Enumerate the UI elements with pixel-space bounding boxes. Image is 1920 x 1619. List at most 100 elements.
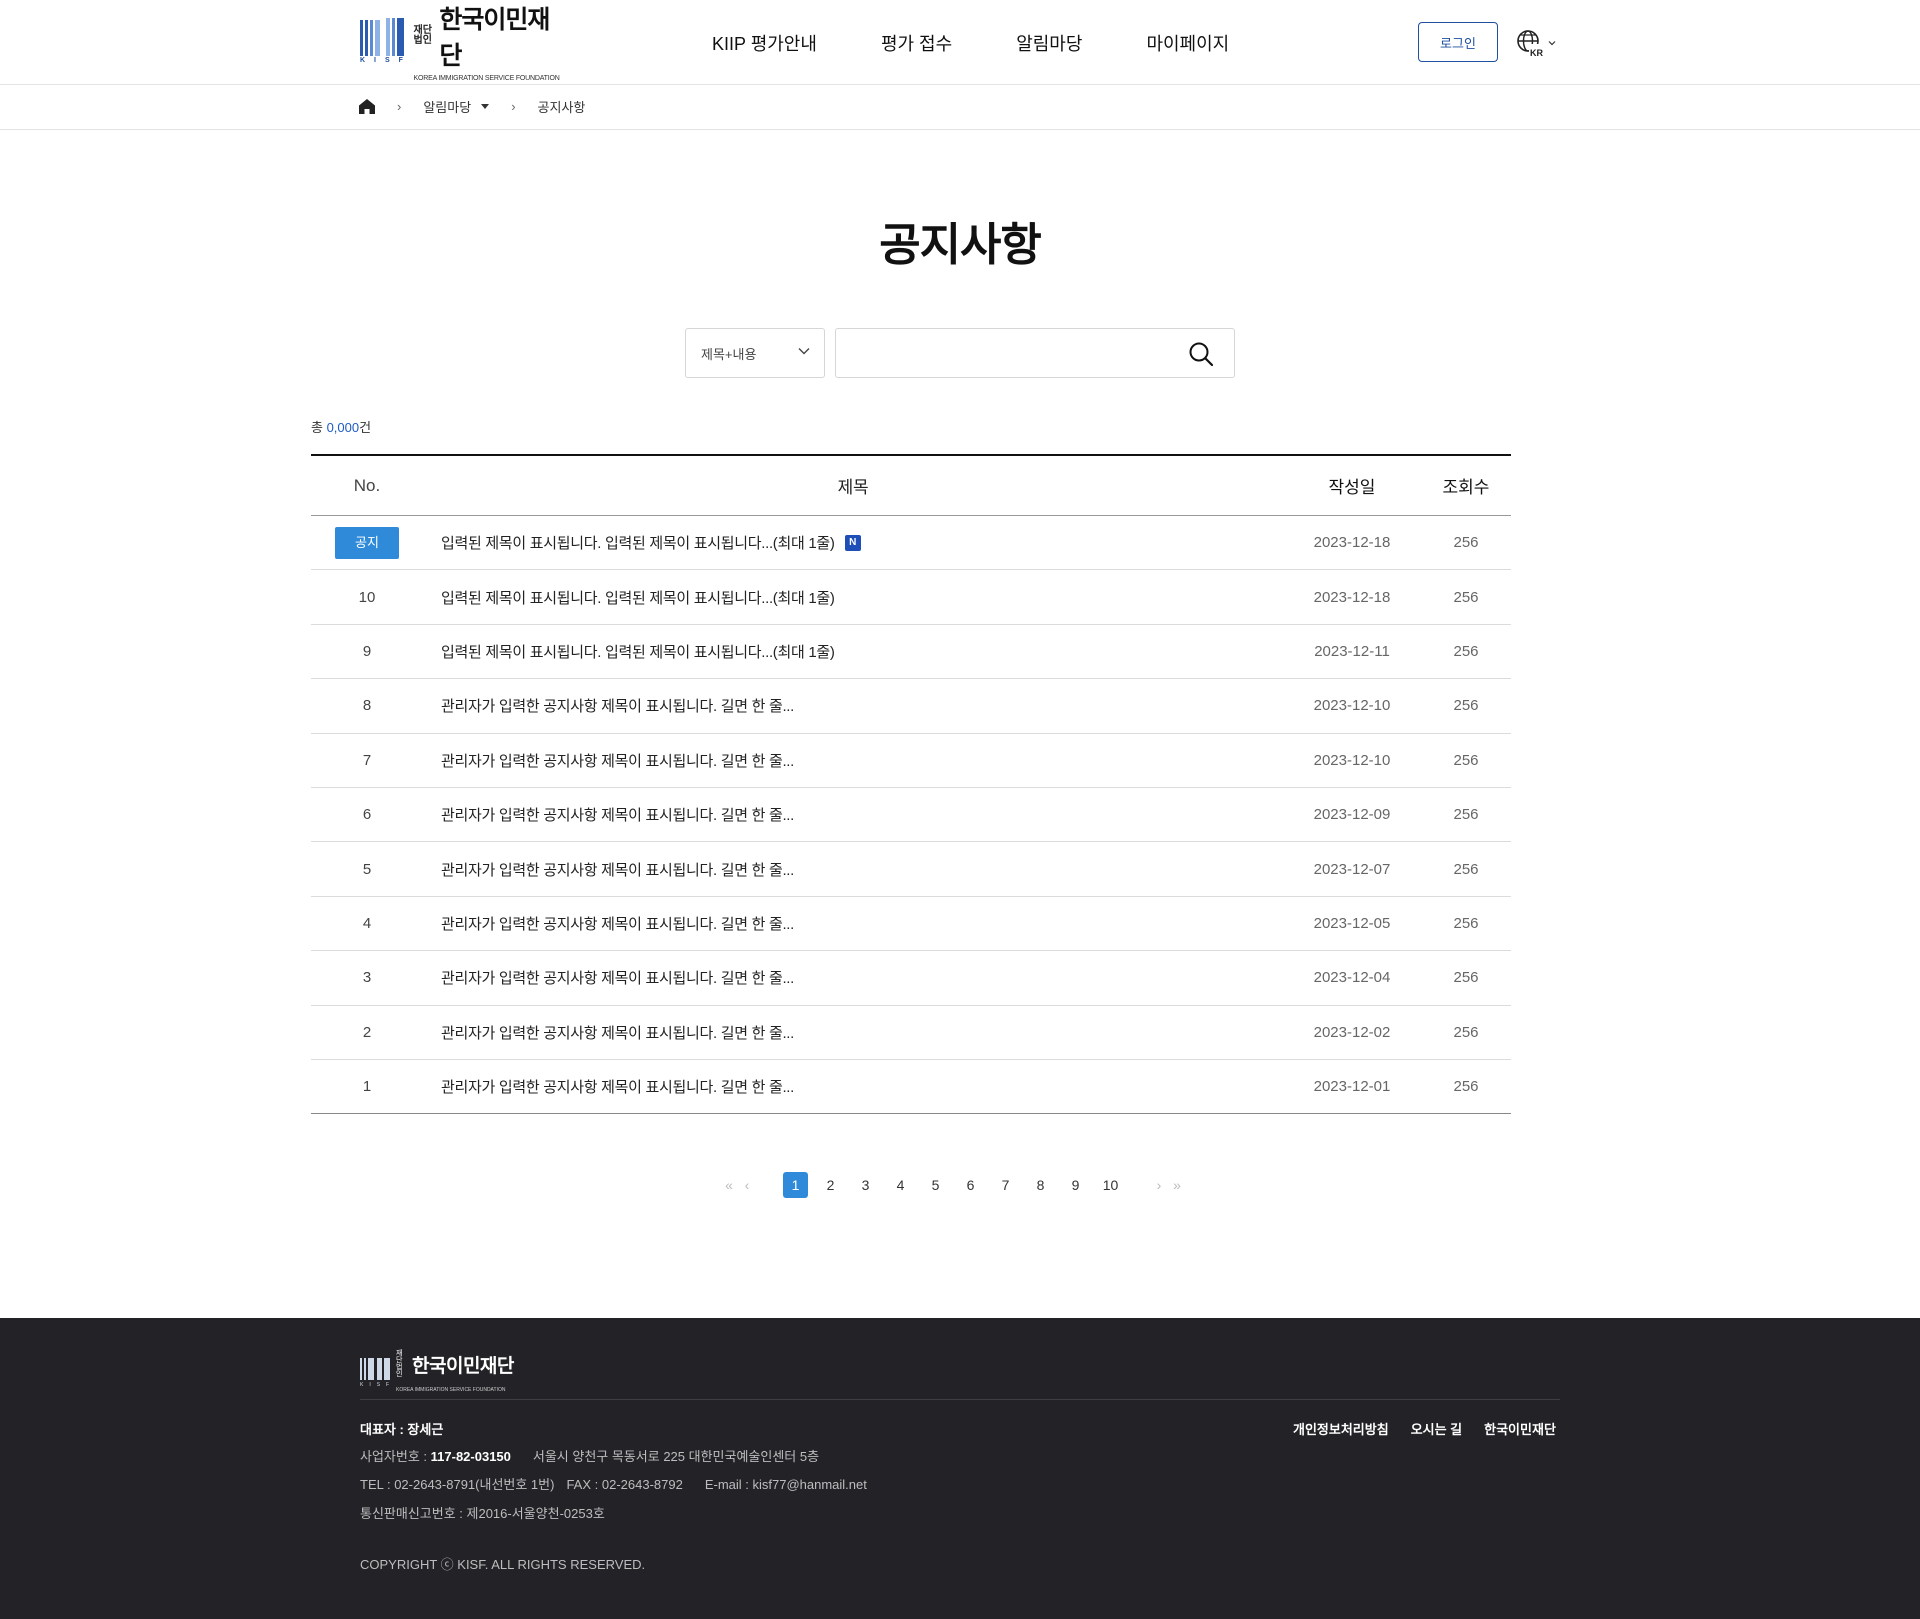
- breadcrumb-current: 공지사항: [537, 100, 586, 115]
- logo-eng-name: KOREA IMMIGRATION SERVICE FOUNDATION: [413, 75, 560, 82]
- table-row[interactable]: 5 관리자가 입력한 공지사항 제목이 표시됩니다. 길면 한 줄... 2023-…: [311, 842, 1511, 897]
- table-row[interactable]: 1 관리자가 입력한 공지사항 제목이 표시됩니다. 길면 한 줄... 2023-…: [311, 1060, 1511, 1115]
- page-3[interactable]: 3: [848, 1177, 883, 1193]
- page-10[interactable]: 10: [1093, 1177, 1128, 1193]
- footer-link-privacy[interactable]: 개인정보처리방침: [1293, 1419, 1389, 1438]
- search-input[interactable]: [848, 339, 1168, 367]
- row-no: 7: [362, 751, 372, 769]
- footer-link-directions[interactable]: 오시는 길: [1411, 1419, 1462, 1438]
- row-title-link[interactable]: 관리자가 입력한 공지사항 제목이 표시됩니다. 길면 한 줄...: [441, 913, 794, 934]
- row-no-cell: 공지: [311, 526, 423, 559]
- footer-ceo: 대표자 : 장세근: [360, 1422, 444, 1437]
- login-button[interactable]: 로그인: [1418, 22, 1498, 62]
- row-title-cell: 입력된 제목이 표시됩니다. 입력된 제목이 표시됩니다...(최대 1줄): [423, 641, 1283, 662]
- row-title-link[interactable]: 관리자가 입력한 공지사항 제목이 표시됩니다. 길면 한 줄...: [441, 695, 794, 716]
- page-2[interactable]: 2: [813, 1177, 848, 1193]
- row-title-link[interactable]: 관리자가 입력한 공지사항 제목이 표시됩니다. 길면 한 줄...: [441, 859, 794, 880]
- row-date: 2023-12-05: [1313, 914, 1391, 932]
- col-no-header: No.: [353, 475, 381, 495]
- row-views: 256: [1453, 588, 1479, 606]
- row-title-link[interactable]: 관리자가 입력한 공지사항 제목이 표시됩니다. 길면 한 줄...: [441, 967, 794, 988]
- row-views: 256: [1453, 914, 1479, 932]
- table-row[interactable]: 3 관리자가 입력한 공지사항 제목이 표시됩니다. 길면 한 줄... 2023-…: [311, 951, 1511, 1006]
- row-title-link[interactable]: 관리자가 입력한 공지사항 제목이 표시됩니다. 길면 한 줄...: [441, 804, 794, 825]
- row-title-link[interactable]: 입력된 제목이 표시됩니다. 입력된 제목이 표시됩니다...(최대 1줄): [441, 532, 835, 553]
- row-title-link[interactable]: 관리자가 입력한 공지사항 제목이 표시됩니다. 길면 한 줄...: [441, 750, 794, 771]
- breadcrumb-section-dropdown[interactable]: 알림마당: [423, 97, 490, 116]
- footer-contact-info: TEL : 02-2643-8791(내선번호 1번) FAX : 02-2643…: [360, 1474, 867, 1493]
- table-row[interactable]: 8 관리자가 입력한 공지사항 제목이 표시됩니다. 길면 한 줄... 2023-…: [311, 679, 1511, 734]
- nav-exam-apply[interactable]: 평가 접수: [881, 30, 952, 56]
- row-views: 256: [1453, 860, 1479, 878]
- caret-down-icon: [481, 104, 490, 109]
- row-date: 2023-12-10: [1313, 697, 1391, 715]
- table-row-notice[interactable]: 공지 입력된 제목이 표시됩니다. 입력된 제목이 표시됩니다...(최대 1줄)…: [311, 516, 1511, 571]
- table-row[interactable]: 7 관리자가 입력한 공지사항 제목이 표시됩니다. 길면 한 줄... 2023-…: [311, 734, 1511, 788]
- nav-mypage[interactable]: 마이페이지: [1146, 30, 1229, 56]
- row-no: 8: [362, 697, 372, 715]
- row-date: 2023-12-11: [1314, 642, 1390, 660]
- row-title-link[interactable]: 입력된 제목이 표시됩니다. 입력된 제목이 표시됩니다...(최대 1줄): [441, 641, 835, 662]
- footer-logo-name: 한국이민재단: [412, 1355, 514, 1377]
- row-title-cell: 입력된 제목이 표시됩니다. 입력된 제목이 표시됩니다...(최대 1줄) N: [423, 532, 1283, 553]
- footer-logo[interactable]: KISF 재단법인 한국이민재단 KOREA IMMIGRATION SERVI…: [360, 1350, 514, 1396]
- first-page-icon[interactable]: «: [720, 1177, 738, 1193]
- search-type-select[interactable]: 제목+내용: [685, 328, 825, 378]
- breadcrumb-separator-icon: ›: [397, 99, 402, 114]
- row-date: 2023-12-18: [1313, 588, 1391, 606]
- col-title-header: 제목: [837, 478, 869, 497]
- page-5[interactable]: 5: [918, 1177, 953, 1193]
- prev-page-icon[interactable]: ‹: [738, 1177, 756, 1193]
- breadcrumb-section-label: 알림마당: [423, 100, 472, 115]
- row-no: 9: [362, 642, 372, 660]
- home-icon[interactable]: [359, 99, 375, 114]
- nav-kiip-guide[interactable]: KIIP 평가안내: [712, 30, 817, 56]
- table-row[interactable]: 10 입력된 제목이 표시됩니다. 입력된 제목이 표시됩니다...(최대 1줄)…: [311, 570, 1511, 625]
- logo-corp-text: 재단법인: [413, 25, 432, 46]
- row-title-link[interactable]: 관리자가 입력한 공지사항 제목이 표시됩니다. 길면 한 줄...: [441, 1022, 794, 1043]
- table-row[interactable]: 9 입력된 제목이 표시됩니다. 입력된 제목이 표시됩니다...(최대 1줄) 2…: [311, 625, 1511, 680]
- site-logo[interactable]: KISF 재단법인 한국이민재단 KOREA IMMIGRATION SERVI…: [360, 6, 570, 82]
- notice-table: No. 제목 작성일 조회수 공지 입력된 제목이 표시됩니다. 입력된 제목이 …: [311, 454, 1511, 1115]
- page-6[interactable]: 6: [953, 1177, 988, 1193]
- footer-email: E-mail : kisf77@hanmail.net: [704, 1477, 867, 1492]
- row-title-cell: 관리자가 입력한 공지사항 제목이 표시됩니다. 길면 한 줄...: [423, 913, 1283, 934]
- table-row[interactable]: 2 관리자가 입력한 공지사항 제목이 표시됩니다. 길면 한 줄... 2023-…: [311, 1006, 1511, 1060]
- row-date: 2023-12-09: [1313, 806, 1391, 824]
- nav-notice-board[interactable]: 알림마당: [1016, 30, 1082, 56]
- row-no: 3: [362, 969, 372, 987]
- site-header: KISF 재단법인 한국이민재단 KOREA IMMIGRATION SERVI…: [0, 0, 1920, 85]
- page-9[interactable]: 9: [1058, 1177, 1093, 1193]
- footer-biz-no: 117-82-03150: [430, 1449, 511, 1464]
- row-views: 256: [1453, 969, 1479, 987]
- search-icon[interactable]: [1188, 341, 1214, 367]
- next-page-icon[interactable]: ›: [1150, 1177, 1168, 1193]
- row-views: 256: [1453, 751, 1479, 769]
- footer-links: 개인정보처리방침 오시는 길 한국이민재단: [1293, 1419, 1556, 1438]
- breadcrumb-separator-icon: ›: [511, 99, 516, 114]
- footer-link-foundation[interactable]: 한국이민재단: [1484, 1419, 1556, 1438]
- page-4[interactable]: 4: [883, 1177, 918, 1193]
- search-box: [835, 328, 1235, 378]
- row-title-cell: 관리자가 입력한 공지사항 제목이 표시됩니다. 길면 한 줄...: [423, 695, 1283, 716]
- language-selector[interactable]: KR: [1516, 28, 1562, 58]
- row-title-link[interactable]: 관리자가 입력한 공지사항 제목이 표시됩니다. 길면 한 줄...: [441, 1076, 794, 1097]
- table-row[interactable]: 6 관리자가 입력한 공지사항 제목이 표시됩니다. 길면 한 줄... 2023-…: [311, 788, 1511, 843]
- page-1[interactable]: 1: [783, 1172, 808, 1198]
- page-8[interactable]: 8: [1023, 1177, 1058, 1193]
- row-no: 6: [362, 806, 372, 824]
- row-views: 256: [1453, 1078, 1479, 1096]
- footer-mail-order: 통신판매신고번호 : 제2016-서울양천-0253호: [360, 1506, 605, 1521]
- logo-name: 한국이민재단: [439, 6, 550, 70]
- last-page-icon[interactable]: »: [1168, 1177, 1186, 1193]
- page-title: 공지사항: [879, 219, 1042, 270]
- row-no: 4: [362, 914, 372, 932]
- page-7[interactable]: 7: [988, 1177, 1023, 1193]
- row-title-cell: 관리자가 입력한 공지사항 제목이 표시됩니다. 길면 한 줄...: [423, 1022, 1283, 1043]
- language-code: KR: [1530, 48, 1543, 57]
- row-no: 5: [362, 860, 372, 878]
- table-row[interactable]: 4 관리자가 입력한 공지사항 제목이 표시됩니다. 길면 한 줄... 2023-…: [311, 897, 1511, 952]
- row-title-link[interactable]: 입력된 제목이 표시됩니다. 입력된 제목이 표시됩니다...(최대 1줄): [441, 587, 835, 608]
- new-badge-icon: N: [844, 534, 861, 551]
- col-date-header: 작성일: [1328, 478, 1376, 497]
